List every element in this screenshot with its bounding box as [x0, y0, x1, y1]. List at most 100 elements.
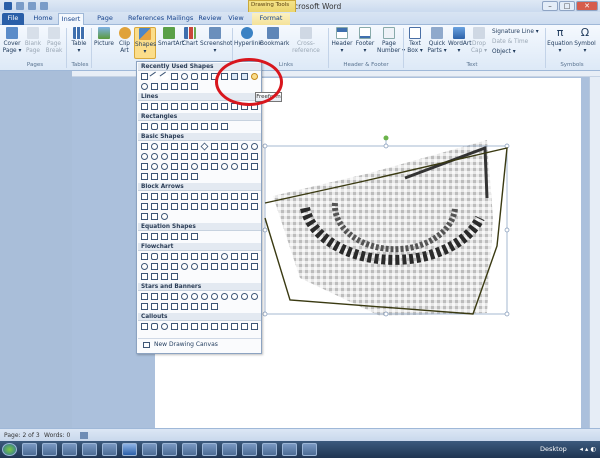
triangle-icon[interactable]: [161, 143, 168, 150]
curved-down-arrow-icon[interactable]: [171, 203, 178, 210]
curved-up-arrow-icon[interactable]: [161, 203, 168, 210]
proofing-icon[interactable]: [80, 432, 88, 439]
smartart-button[interactable]: SmartArt: [158, 27, 184, 48]
rotation-handle[interactable]: [383, 135, 389, 141]
can-icon[interactable]: [241, 153, 248, 160]
up-ribbon-icon[interactable]: [141, 303, 148, 310]
rectangle-icon[interactable]: [141, 123, 148, 130]
right-triangle-icon[interactable]: [171, 143, 178, 150]
curve-icon[interactable]: [221, 103, 228, 110]
right-arrow-callout-icon[interactable]: [221, 203, 228, 210]
tab-references[interactable]: References: [128, 13, 164, 25]
flowchart-off-page-connector-icon[interactable]: [151, 263, 158, 270]
flowchart-display-icon[interactable]: [171, 273, 178, 280]
teardrop-icon[interactable]: [171, 153, 178, 160]
block-arc-icon[interactable]: [171, 163, 178, 170]
bookmark-button[interactable]: Bookmark: [260, 27, 289, 48]
flowchart-collate-icon[interactable]: [201, 263, 208, 270]
circular-arrow-icon[interactable]: [161, 213, 168, 220]
l-shape-icon[interactable]: [201, 153, 208, 160]
star-shape-icon[interactable]: [191, 83, 198, 90]
oval-icon[interactable]: [151, 143, 158, 150]
line-arrow-icon[interactable]: [151, 103, 158, 110]
flowchart-merge-icon[interactable]: [231, 263, 238, 270]
image-picture[interactable]: [273, 140, 493, 316]
cover-page-button[interactable]: Cover Page ▾: [2, 27, 22, 54]
app-icon-5[interactable]: [222, 443, 237, 456]
media-player-icon[interactable]: [62, 443, 77, 456]
symbol-button[interactable]: Ω Symbol ▾: [573, 27, 597, 54]
quad-arrow-callout-icon[interactable]: [151, 213, 158, 220]
rounded-rectangle-icon[interactable]: [151, 123, 158, 130]
folded-corner-icon[interactable]: [181, 163, 188, 170]
flowchart-stored-data-icon[interactable]: [241, 263, 248, 270]
curved-left-arrow-icon[interactable]: [151, 203, 158, 210]
footer-button[interactable]: Footer ▾: [354, 27, 376, 54]
hexagon-icon[interactable]: [221, 143, 228, 150]
hyperlink-button[interactable]: Hyperlink: [234, 27, 262, 48]
star-16-icon[interactable]: [231, 293, 238, 300]
flowchart-data-icon[interactable]: [171, 253, 178, 260]
minimize-button[interactable]: –: [542, 1, 558, 11]
line-callout-accent-3-icon[interactable]: [241, 323, 248, 330]
line-callout-1-icon[interactable]: [181, 323, 188, 330]
division-icon[interactable]: [171, 233, 178, 240]
tab-review[interactable]: Review: [198, 13, 222, 25]
up-down-arrow-icon[interactable]: [191, 193, 198, 200]
triangle-shape-icon[interactable]: [201, 73, 208, 80]
wave-icon[interactable]: [201, 303, 208, 310]
snip-round-icon[interactable]: [191, 123, 198, 130]
flow-arrow-icon[interactable]: [151, 83, 158, 90]
plus-icon[interactable]: [141, 233, 148, 240]
flowchart-preparation-icon[interactable]: [231, 253, 238, 260]
elbow-double-arrow-icon[interactable]: [191, 103, 198, 110]
frame-icon[interactable]: [181, 153, 188, 160]
star-4-icon[interactable]: [161, 293, 168, 300]
flowchart-summing-junction-icon[interactable]: [181, 263, 188, 270]
star-6-icon[interactable]: [181, 293, 188, 300]
page-count-status[interactable]: Page: 2 of 3: [4, 432, 40, 439]
snip-two-corner-icon[interactable]: [171, 123, 178, 130]
resize-handle[interactable]: [262, 311, 268, 317]
diamond-icon[interactable]: [200, 142, 209, 151]
curved-line-icon[interactable]: [161, 83, 168, 90]
half-frame-icon[interactable]: [191, 153, 198, 160]
snip-diagonal-icon[interactable]: [181, 123, 188, 130]
curved-connector-icon[interactable]: [201, 103, 208, 110]
smiley-face-icon[interactable]: [191, 163, 198, 170]
flowchart-alternate-process-icon[interactable]: [151, 253, 158, 260]
oval-callout-icon[interactable]: [161, 323, 168, 330]
minus-icon[interactable]: [151, 233, 158, 240]
flowchart-multidocument-icon[interactable]: [211, 253, 218, 260]
chart-button[interactable]: Chart: [182, 27, 198, 48]
right-bracket-icon[interactable]: [171, 173, 178, 180]
decagon-icon[interactable]: [251, 143, 258, 150]
clip-art-button[interactable]: Clip Art: [117, 27, 132, 54]
tab-mailings[interactable]: Mailings: [166, 13, 194, 25]
rectangular-callout-icon[interactable]: [141, 323, 148, 330]
cube-icon[interactable]: [251, 153, 258, 160]
right-arrow-icon[interactable]: [141, 193, 148, 200]
date-time-button[interactable]: Date & Time: [492, 39, 528, 45]
left-up-arrow-icon[interactable]: [241, 193, 248, 200]
horizontal-scroll-icon[interactable]: [191, 303, 198, 310]
resize-handle[interactable]: [383, 143, 389, 149]
explosion-1-icon[interactable]: [141, 293, 148, 300]
donut-icon[interactable]: [151, 163, 158, 170]
cloud-icon[interactable]: [241, 163, 248, 170]
right-brace-icon[interactable]: [181, 83, 188, 90]
app-icon-1[interactable]: [142, 443, 157, 456]
snip-rectangle-icon[interactable]: [161, 123, 168, 130]
curved-up-ribbon-icon[interactable]: [161, 303, 168, 310]
app-icon-6[interactable]: [242, 443, 257, 456]
flowchart-manual-input-icon[interactable]: [241, 253, 248, 260]
curved-down-ribbon-icon[interactable]: [171, 303, 178, 310]
shapes-button[interactable]: Shapes ▾: [134, 27, 156, 59]
lightning-bolt-icon[interactable]: [211, 163, 218, 170]
star-10-icon[interactable]: [211, 293, 218, 300]
app-icon-2[interactable]: [162, 443, 177, 456]
line-callout-accent-2-icon[interactable]: [231, 323, 238, 330]
wordart-button[interactable]: WordArt ▾: [448, 27, 472, 54]
flowchart-document-icon[interactable]: [201, 253, 208, 260]
cross-reference-button[interactable]: Cross-reference: [286, 27, 326, 54]
